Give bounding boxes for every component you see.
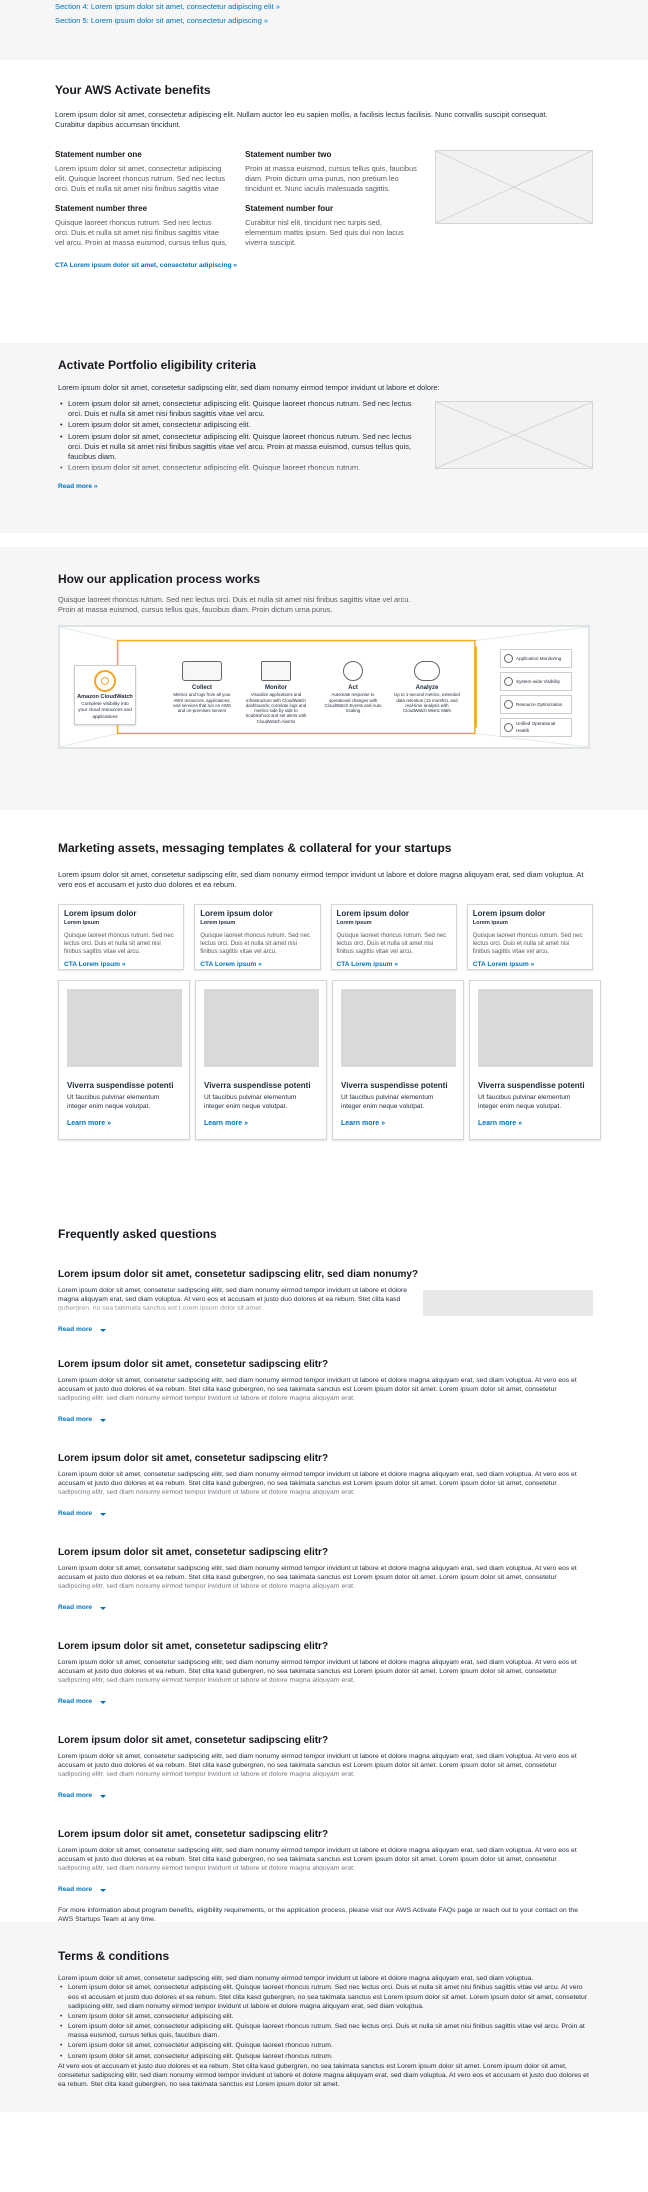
step-collect: Collect Metrics and logs from all your A… [172,661,232,713]
benefits-intro: Lorem ipsum dolor sit amet, consectetur … [55,110,548,130]
statement-two: Statement number two Proin at massa euis… [245,150,417,193]
small-card: Lorem ipsum dolor Lorem ipsum Quisque la… [194,904,321,971]
faq-read-more[interactable]: Read more [58,1604,107,1613]
small-card: Lorem ipsum dolor Lorem ipsum Quisque la… [330,904,457,971]
small-card: Lorem ipsum dolor Lorem ipsum Quisque la… [466,904,593,971]
faq-item: Lorem ipsum dolor sit amet, consetetur s… [58,1734,593,1828]
top-links-band: Section 4: Lorem ipsum dolor sit amet, c… [0,0,648,60]
process-section: How our application process works Quisqu… [0,547,648,810]
faq-read-more[interactable]: Read more [58,1416,107,1425]
benefits-image-placeholder [435,150,593,225]
eligibility-section: Activate Portfolio eligibility criteria … [0,343,648,533]
chevron-down-icon [100,1418,107,1422]
eligibility-intro: Lorem ipsum dolor sit amet, consetetur s… [58,383,440,393]
chevron-down-icon [100,1512,107,1516]
side-icon [504,700,513,710]
side-items: Application Monitoring System-wide Visib… [500,649,572,738]
process-diagram: Amazon CloudWatch Complete visibility in… [58,625,590,750]
faq-read-more[interactable]: Read more [58,1510,107,1519]
small-card-cta[interactable]: CTA Lorem ipsum » [64,961,126,968]
faq-item: Lorem ipsum dolor sit amet, consetetur s… [58,1358,593,1452]
chevron-down-icon [100,1700,107,1704]
side-item-application-monitoring: Application Monitoring [500,649,572,669]
faq-item-first: Lorem ipsum dolor sit amet, consetetur s… [58,1268,593,1358]
monitor-icon [261,661,291,682]
image-card: Viverra suspendisse potenti Ut faucibus … [332,980,464,1141]
process-title: How our application process works [58,572,261,586]
benefits-cta-link[interactable]: CTA Lorem ipsum dolor sit amet, consecte… [55,262,237,269]
side-item-resource-optimization: Resource Optimization [500,695,572,715]
analyze-icon [414,661,440,682]
faq-read-more[interactable]: Read more [58,1326,107,1335]
faq-image-placeholder [422,1289,593,1316]
act-icon [343,661,363,682]
chevron-down-icon [100,1794,107,1798]
step-analyze: Analyze Up to 1-second metrics, extended… [394,661,460,713]
statement-one: Statement number one Lorem ipsum dolor s… [55,150,226,193]
eligibility-image-placeholder [435,401,593,470]
faq-read-more[interactable]: Read more [58,1886,107,1895]
eligibility-read-more[interactable]: Read more » [58,483,98,490]
image-card: Viverra suspendisse potenti Ut faucibus … [195,980,327,1141]
faq-item: Lorem ipsum dolor sit amet, consetetur s… [58,1452,593,1546]
small-card-cta[interactable]: CTA Lorem ipsum » [473,961,535,968]
image-card-placeholder [478,989,593,1068]
terms-section: Terms & conditions Lorem ipsum dolor sit… [0,1922,648,2112]
image-card: Viverra suspendisse potenti Ut faucibus … [58,980,190,1141]
small-card-cta[interactable]: CTA Lorem ipsum » [200,961,262,968]
chevron-down-icon [100,1888,107,1892]
image-card-placeholder [204,989,319,1068]
marketing-title: Marketing assets, messaging templates & … [58,841,452,855]
statement-four: Statement number four Curabitur nisl eli… [245,203,404,247]
learn-more-link[interactable]: Learn more » [478,1120,522,1127]
eligibility-bullets: Lorem ipsum dolor sit amet, consectetur … [58,399,413,478]
small-card-cta[interactable]: CTA Lorem ipsum » [337,961,399,968]
step-monitor: Monitor Visualize applications and infra… [242,661,310,724]
learn-more-link[interactable]: Learn more » [341,1120,385,1127]
learn-more-link[interactable]: Learn more » [204,1120,248,1127]
faq-item: Lorem ipsum dolor sit amet, consetetur s… [58,1546,593,1640]
process-intro: Quisque laoreet rhoncus rutrum. Sed nec … [58,595,411,615]
benefits-title: Your AWS Activate benefits [55,83,211,97]
chevron-down-icon [100,1328,107,1332]
cloudwatch-icon [94,670,116,693]
step-act: Act Automate response to operational cha… [322,661,384,713]
section-4-link[interactable]: Section 4: Lorem ipsum dolor sit amet, c… [55,2,593,12]
faq-section: Frequently asked questions Lorem ipsum d… [0,1190,648,1923]
side-icon [504,677,513,687]
faq-read-more[interactable]: Read more [58,1792,107,1801]
image-card: Viverra suspendisse potenti Ut faucibus … [469,980,601,1141]
image-card-placeholder [341,989,456,1068]
faq-title: Frequently asked questions [58,1227,217,1241]
image-card-placeholder [67,989,182,1068]
section-5-link[interactable]: Section 5: Lorem ipsum dolor sit amet, c… [55,16,593,26]
learn-more-link[interactable]: Learn more » [67,1120,111,1127]
marketing-intro: Lorem ipsum dolor sit amet, consetetur s… [58,870,584,890]
faq-read-more[interactable]: Read more [58,1698,107,1707]
faq-item: Lorem ipsum dolor sit amet, consetetur s… [58,1640,593,1734]
side-icon [504,654,513,664]
marketing-section: Marketing assets, messaging templates & … [0,810,648,1190]
eligibility-title: Activate Portfolio eligibility criteria [58,358,257,372]
terms-bullets: Lorem ipsum dolor sit amet, consectetur … [58,1983,590,2061]
collect-icon [182,661,222,682]
cloudwatch-box: Amazon CloudWatch Complete visibility in… [74,665,136,726]
chevron-down-icon [100,1606,107,1610]
terms-title: Terms & conditions [58,1949,170,1963]
side-icon [504,723,513,733]
side-item-system-wide-visibility: System-wide Visibility [500,672,572,692]
benefits-section: Your AWS Activate benefits Lorem ipsum d… [0,60,648,343]
small-card: Lorem ipsum dolor Lorem ipsum Quisque la… [58,904,185,971]
statement-three: Statement number three Quisque laoreet r… [55,203,228,247]
faq-item: Lorem ipsum dolor sit amet, consetetur s… [58,1828,593,1895]
side-item-unified-operational-health: Unified Operational Health [500,718,572,738]
